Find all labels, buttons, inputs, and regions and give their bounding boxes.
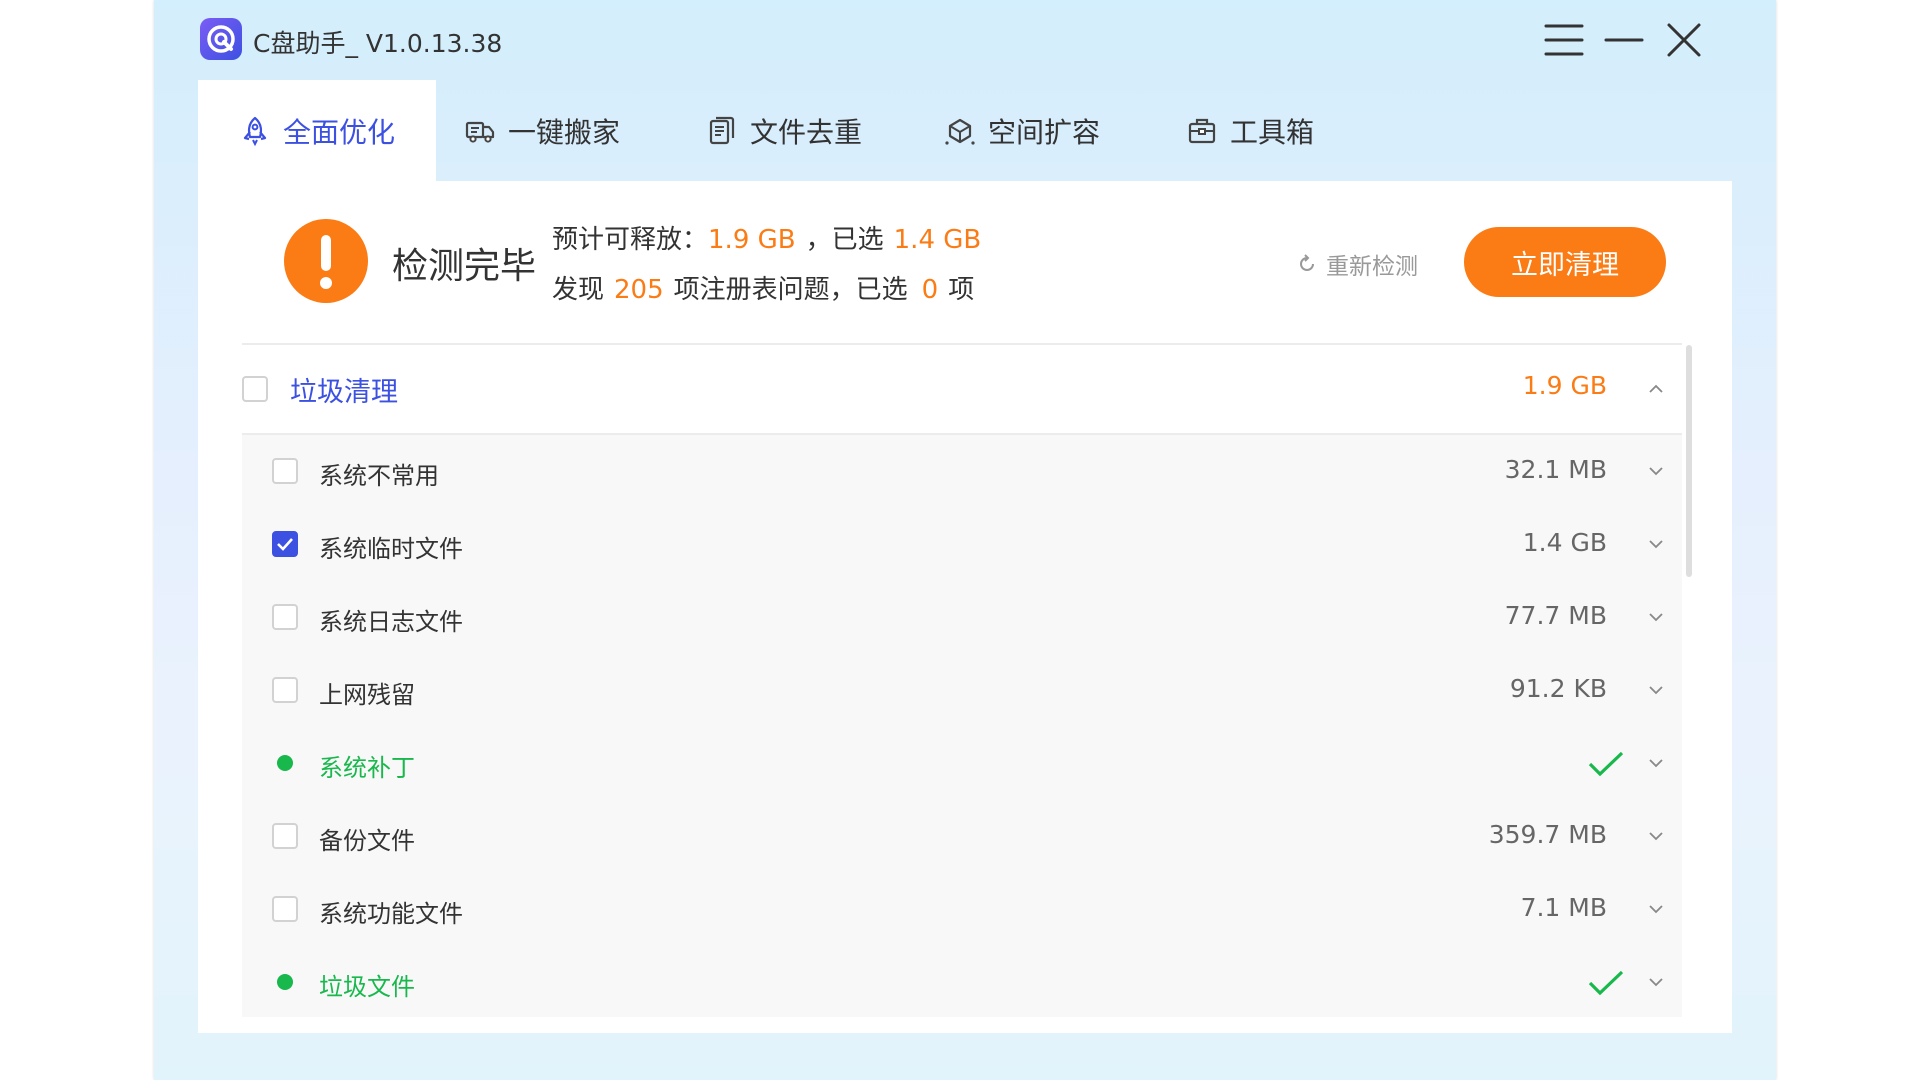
chevron-down-icon[interactable] <box>1646 461 1666 481</box>
item-label: 系统不常用 <box>319 462 439 490</box>
category-items: 系统不常用 32.1 MB 系统临时文件 1.4 GB 系统日志文件 77.7 … <box>242 435 1682 1017</box>
chevron-down-icon[interactable] <box>1646 680 1666 700</box>
tab-full-optimize[interactable]: 全面优化 <box>198 80 436 181</box>
item-size: 32.1 MB <box>1504 455 1607 484</box>
check-icon <box>1588 751 1624 777</box>
tab-label: 一键搬家 <box>508 115 621 149</box>
item-label: 系统功能文件 <box>319 900 463 928</box>
close-icon[interactable] <box>1660 16 1708 64</box>
releasable-size: 1.9 GB <box>708 225 796 255</box>
tab-file-dedupe[interactable]: 文件去重 <box>706 80 862 181</box>
checkmark-icon <box>277 538 293 551</box>
summary-text: 项 <box>948 275 975 305</box>
summary-text: 项注册表问题，已选 <box>673 275 908 305</box>
rescan-button[interactable]: 重新检测 <box>1296 247 1418 281</box>
expand-icon <box>945 118 975 145</box>
item-label: 备份文件 <box>319 827 415 855</box>
summary-line-registry: 发现 205 项注册表问题，已选 0 项 <box>552 269 974 306</box>
tab-label: 文件去重 <box>750 115 863 149</box>
category-size: 1.9 GB <box>1522 371 1607 400</box>
chevron-down-icon[interactable] <box>1646 972 1666 992</box>
scan-status-title: 检测完毕 <box>392 246 537 287</box>
tab-label: 全面优化 <box>282 115 395 149</box>
clean-now-button[interactable]: 立即清理 <box>1464 227 1666 297</box>
selected-count: 0 <box>921 275 939 305</box>
document-icon <box>709 116 735 144</box>
tab-label: 工具箱 <box>1230 115 1315 149</box>
warning-icon <box>284 219 368 303</box>
item-checkbox[interactable] <box>272 604 298 630</box>
issues-count: 205 <box>614 275 664 305</box>
list-item[interactable]: 上网残留 91.2 KB <box>242 654 1682 726</box>
scan-results-list: 垃圾清理 1.9 GB 系统不常用 32.1 MB 系统临时文件 1.4 GB … <box>242 345 1682 1017</box>
item-size: 359.7 MB <box>1488 820 1607 849</box>
chevron-down-icon[interactable] <box>1646 899 1666 919</box>
summary-text: 预计可释放： <box>552 225 709 255</box>
list-item[interactable]: 系统临时文件 1.4 GB <box>242 508 1682 580</box>
summary-text: ，已选 <box>805 225 884 255</box>
category-label: 垃圾清理 <box>290 377 398 408</box>
list-item[interactable]: 系统不常用 32.1 MB <box>242 435 1682 507</box>
item-label: 垃圾文件 <box>319 973 415 1001</box>
chevron-down-icon[interactable] <box>1646 534 1666 554</box>
item-size: 7.1 MB <box>1520 893 1607 922</box>
item-label: 系统临时文件 <box>319 535 463 563</box>
category-checkbox[interactable] <box>242 376 268 402</box>
tab-one-click-move[interactable]: 一键搬家 <box>464 80 620 181</box>
item-size: 91.2 KB <box>1509 674 1607 703</box>
list-item[interactable]: 系统功能文件 7.1 MB <box>242 873 1682 945</box>
tab-toolbox[interactable]: 工具箱 <box>1186 80 1314 181</box>
chevron-up-icon[interactable] <box>1646 379 1666 399</box>
app-logo-icon <box>200 18 242 60</box>
item-size: 77.7 MB <box>1504 601 1607 630</box>
minimize-icon[interactable] <box>1600 16 1648 64</box>
app-window: C盘助手_ V1.0.13.38 全面优化 一键搬家 文件去重 空间扩容 工具箱… <box>154 0 1776 1080</box>
truck-icon <box>465 121 495 143</box>
list-item[interactable]: 备份文件 359.7 MB <box>242 800 1682 872</box>
tab-label: 空间扩容 <box>988 115 1101 149</box>
chevron-down-icon[interactable] <box>1646 753 1666 773</box>
summary-line-release: 预计可释放：1.9 GB ，已选 1.4 GB <box>552 219 991 256</box>
item-label: 系统日志文件 <box>319 608 463 636</box>
list-item[interactable]: 系统补丁 <box>242 727 1682 799</box>
summary-text: 发现 <box>552 275 605 305</box>
tab-bar: 全面优化 一键搬家 文件去重 空间扩容 工具箱 <box>198 80 1732 181</box>
title-bar: C盘助手_ V1.0.13.38 <box>154 0 1776 80</box>
menu-icon[interactable] <box>1540 16 1588 64</box>
check-icon <box>1588 970 1624 996</box>
item-label: 上网残留 <box>319 681 415 709</box>
chevron-down-icon[interactable] <box>1646 826 1666 846</box>
scrollbar-thumb[interactable] <box>1686 345 1692 577</box>
item-checkbox[interactable] <box>272 458 298 484</box>
item-checkbox[interactable] <box>272 823 298 849</box>
tab-space-expand[interactable]: 空间扩容 <box>944 80 1100 181</box>
status-dot <box>277 755 293 771</box>
app-title: C盘助手_ V1.0.13.38 <box>253 29 503 58</box>
item-size: 1.4 GB <box>1522 528 1607 557</box>
main-panel: 检测完毕 预计可释放：1.9 GB ，已选 1.4 GB 发现 205 项注册表问题，已… <box>198 181 1732 1033</box>
refresh-icon <box>1300 254 1314 271</box>
selected-size: 1.4 GB <box>893 225 982 255</box>
item-checkbox[interactable] <box>272 677 298 703</box>
list-item[interactable]: 系统日志文件 77.7 MB <box>242 581 1682 653</box>
item-checkbox-checked[interactable] <box>272 531 298 557</box>
category-row-junk-cleanup[interactable]: 垃圾清理 1.9 GB <box>242 345 1682 435</box>
toolbox-icon <box>1188 118 1216 143</box>
status-dot <box>277 974 293 990</box>
rescan-label: 重新检测 <box>1326 254 1418 280</box>
item-label: 系统补丁 <box>319 754 415 782</box>
list-item[interactable]: 垃圾文件 <box>242 946 1682 1018</box>
chevron-down-icon[interactable] <box>1646 607 1666 627</box>
rocket-icon <box>243 116 267 146</box>
item-checkbox[interactable] <box>272 896 298 922</box>
